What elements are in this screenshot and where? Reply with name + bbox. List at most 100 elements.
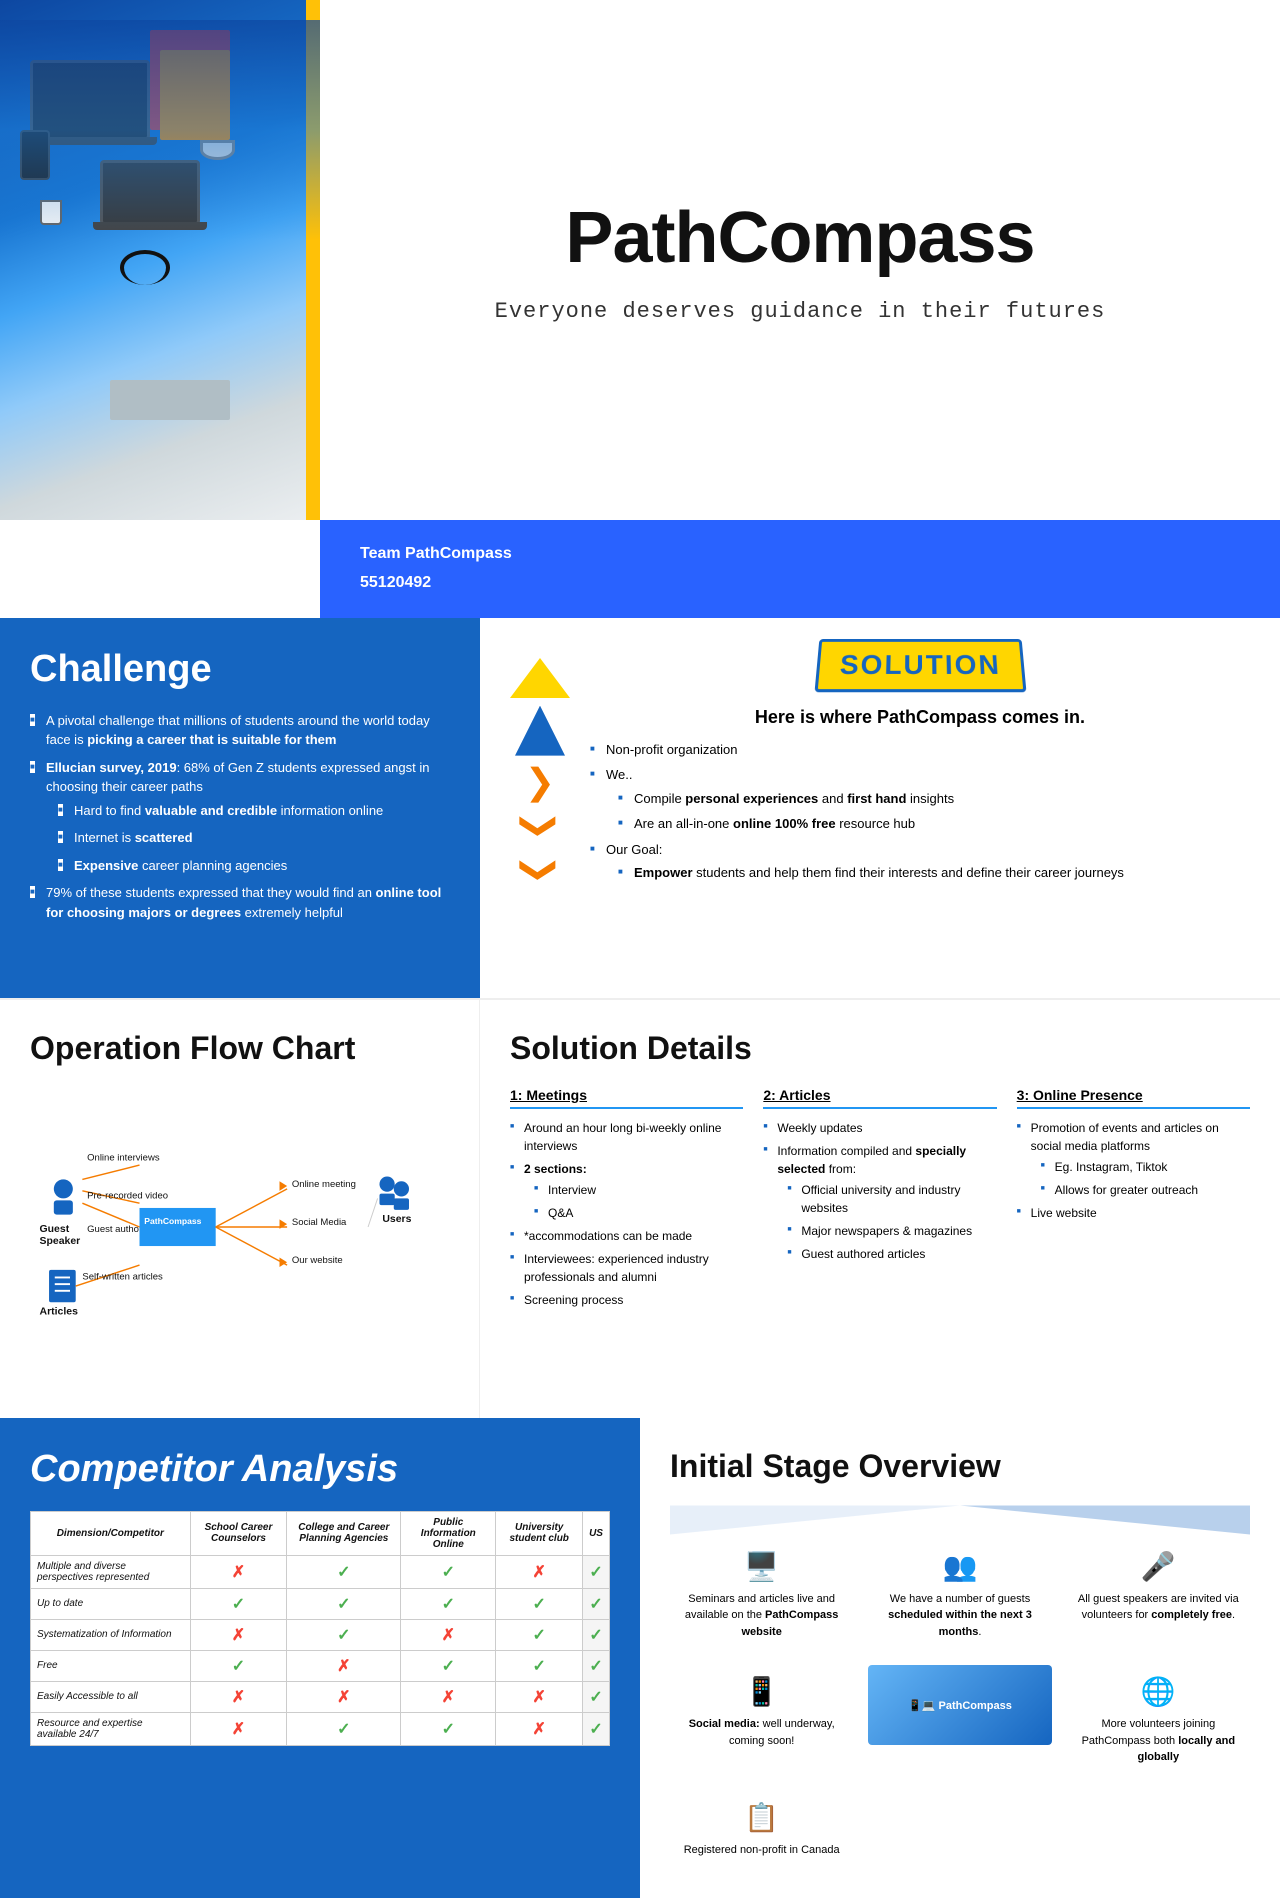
initial-item-5: 📋 Registered non-profit in Canada: [670, 1791, 853, 1869]
hero-image: [0, 0, 320, 520]
cell-5-5: ✓: [583, 1681, 610, 1712]
col-header-public: Public Information Online: [401, 1511, 496, 1555]
meeting-item-5: Screening process: [510, 1291, 743, 1309]
initial-heading: Initial Stage Overview: [670, 1448, 1250, 1485]
cell-4-5: ✓: [583, 1650, 610, 1681]
solution-item-2: We.. Compile personal experiences and fi…: [590, 765, 1250, 834]
meeting-sub-2: Q&A: [524, 1204, 743, 1222]
initial-grid: 🖥️ Seminars and articles live and availa…: [670, 1540, 1250, 1869]
cell-4-4: ✓: [496, 1650, 583, 1681]
row-label-3: Systematization of Information: [31, 1619, 191, 1650]
cell-2-3: ✓: [401, 1588, 496, 1619]
initial-item-2: 👥 We have a number of guests scheduled w…: [868, 1540, 1051, 1651]
cell-3-2: ✓: [287, 1619, 401, 1650]
svg-text:Our website: Our website: [292, 1255, 343, 1266]
svg-text:Users: Users: [382, 1214, 411, 1225]
cell-2-1: ✓: [190, 1588, 287, 1619]
bottom-section: Competitor Analysis Dimension/Competitor…: [0, 1418, 1280, 1898]
cell-3-3: ✗: [401, 1619, 496, 1650]
svg-text:Pre-recorded video: Pre-recorded video: [87, 1190, 168, 1201]
speaker-icon: 🎤: [1077, 1550, 1240, 1583]
articles-title: 2: Articles: [763, 1087, 996, 1109]
funnel-shape: [670, 1505, 1250, 1535]
challenge-item-3: 79% of these students expressed that the…: [30, 883, 450, 922]
details-col-articles: 2: Articles Weekly updates Information c…: [763, 1087, 996, 1314]
solution-panel: ❯ ❯ ❯ SOLUTION Here is where PathCompass…: [480, 618, 1280, 998]
details-columns: 1: Meetings Around an hour long bi-weekl…: [510, 1087, 1250, 1314]
article-sub-2: Major newspapers & magazines: [777, 1222, 996, 1240]
online-sub-2: Allows for greater outreach: [1031, 1181, 1250, 1199]
solution-sub-1: Compile personal experiences and first h…: [606, 789, 1250, 809]
challenge-item-2: Ellucian survey, 2019: 68% of Gen Z stud…: [30, 758, 450, 876]
online-item-1: Promotion of events and articles on soci…: [1017, 1119, 1250, 1199]
solution-list: Non-profit organization We.. Compile per…: [590, 740, 1250, 883]
nonprofit-icon: 📋: [680, 1801, 843, 1834]
svg-text:Articles: Articles: [40, 1306, 79, 1317]
initial-text-5: Registered non-profit in Canada: [680, 1842, 843, 1859]
challenge-sub-3: Expensive career planning agencies: [46, 856, 450, 876]
initial-text-1: Seminars and articles live and available…: [680, 1591, 843, 1641]
guests-icon: 👥: [878, 1550, 1041, 1583]
challenge-solution-section: Challenge A pivotal challenge that milli…: [0, 618, 1280, 998]
svg-text:Self-written articles: Self-written articles: [82, 1271, 163, 1282]
solution-heading: Here is where PathCompass comes in.: [590, 707, 1250, 728]
details-col-online: 3: Online Presence Promotion of events a…: [1017, 1087, 1250, 1314]
challenge-list: A pivotal challenge that millions of stu…: [30, 711, 450, 923]
row-label-2: Up to date: [31, 1588, 191, 1619]
cell-1-4: ✗: [496, 1555, 583, 1588]
cell-6-1: ✗: [190, 1712, 287, 1745]
solution-sub-3: Empower students and help them find thei…: [606, 863, 1250, 883]
competitor-heading: Competitor Analysis: [30, 1448, 610, 1491]
hero-section: PathCompass Everyone deserves guidance i…: [0, 0, 1280, 520]
online-item-2: Live website: [1017, 1204, 1250, 1222]
article-sub-3: Guest authored articles: [777, 1245, 996, 1263]
monitor-icon: 🖥️: [680, 1550, 843, 1583]
articles-list: Weekly updates Information compiled and …: [763, 1119, 996, 1263]
cell-3-4: ✓: [496, 1619, 583, 1650]
row-label-1: Multiple and diverse perspectives repres…: [31, 1555, 191, 1588]
online-sub-1: Eg. Instagram, Tiktok: [1031, 1158, 1250, 1176]
hero-title: PathCompass: [565, 197, 1034, 279]
solution-item-1: Non-profit organization: [590, 740, 1250, 760]
solution-badge-text: SOLUTION: [814, 639, 1026, 692]
flow-chart-svg: Guest Speaker Articles Online interviews…: [30, 1087, 449, 1367]
svg-text:Speaker: Speaker: [40, 1236, 81, 1247]
competitor-panel: Competitor Analysis Dimension/Competitor…: [0, 1418, 640, 1898]
cell-1-1: ✗: [190, 1555, 287, 1588]
cell-4-3: ✓: [401, 1650, 496, 1681]
article-item-2: Information compiled and specially selec…: [763, 1142, 996, 1263]
team-label: Team PathCompass: [360, 545, 512, 562]
meeting-item-2: 2 sections: Interview Q&A: [510, 1160, 743, 1222]
cell-3-1: ✗: [190, 1619, 287, 1650]
cell-6-2: ✓: [287, 1712, 401, 1745]
table-row: Easily Accessible to all ✗ ✗ ✗ ✗ ✓: [31, 1681, 610, 1712]
cell-5-4: ✗: [496, 1681, 583, 1712]
solution-item-3: Our Goal: Empower students and help them…: [590, 840, 1250, 883]
solution-badge: SOLUTION: [590, 638, 1250, 692]
meeting-item-4: Interviewees: experienced industry profe…: [510, 1250, 743, 1286]
table-row: Multiple and diverse perspectives repres…: [31, 1555, 610, 1588]
col-header-school: School Career Counselors: [190, 1511, 287, 1555]
cell-1-3: ✓: [401, 1555, 496, 1588]
initial-stage-panel: Initial Stage Overview 🖥️ Seminars and a…: [640, 1418, 1280, 1898]
online-title: 3: Online Presence: [1017, 1087, 1250, 1109]
cell-5-3: ✗: [401, 1681, 496, 1712]
svg-text:Social Media: Social Media: [292, 1217, 347, 1228]
col-header-college: College and Career Planning Agencies: [287, 1511, 401, 1555]
team-bar: Team PathCompass 55120492: [320, 520, 1280, 618]
initial-text-6: More volunteers joining PathCompass both…: [1077, 1716, 1240, 1766]
challenge-panel: Challenge A pivotal challenge that milli…: [0, 618, 480, 998]
flow-details-section: Operation Flow Chart Guest Speaker Artic…: [0, 998, 1280, 1418]
solution-details-panel: Solution Details 1: Meetings Around an h…: [480, 1000, 1280, 1418]
cell-1-2: ✓: [287, 1555, 401, 1588]
challenge-heading: Challenge: [30, 648, 450, 691]
details-col-meetings: 1: Meetings Around an hour long bi-weekl…: [510, 1087, 743, 1314]
article-sub-1: Official university and industry website…: [777, 1181, 996, 1217]
challenge-item-1: A pivotal challenge that millions of stu…: [30, 711, 450, 750]
globe-icon: 🌐: [1077, 1675, 1240, 1708]
competitor-table: Dimension/Competitor School Career Couns…: [30, 1511, 610, 1746]
table-row: Up to date ✓ ✓ ✓ ✓ ✓: [31, 1588, 610, 1619]
col-header-us: US: [583, 1511, 610, 1555]
cell-4-1: ✓: [190, 1650, 287, 1681]
social-icon: 📱: [680, 1675, 843, 1708]
